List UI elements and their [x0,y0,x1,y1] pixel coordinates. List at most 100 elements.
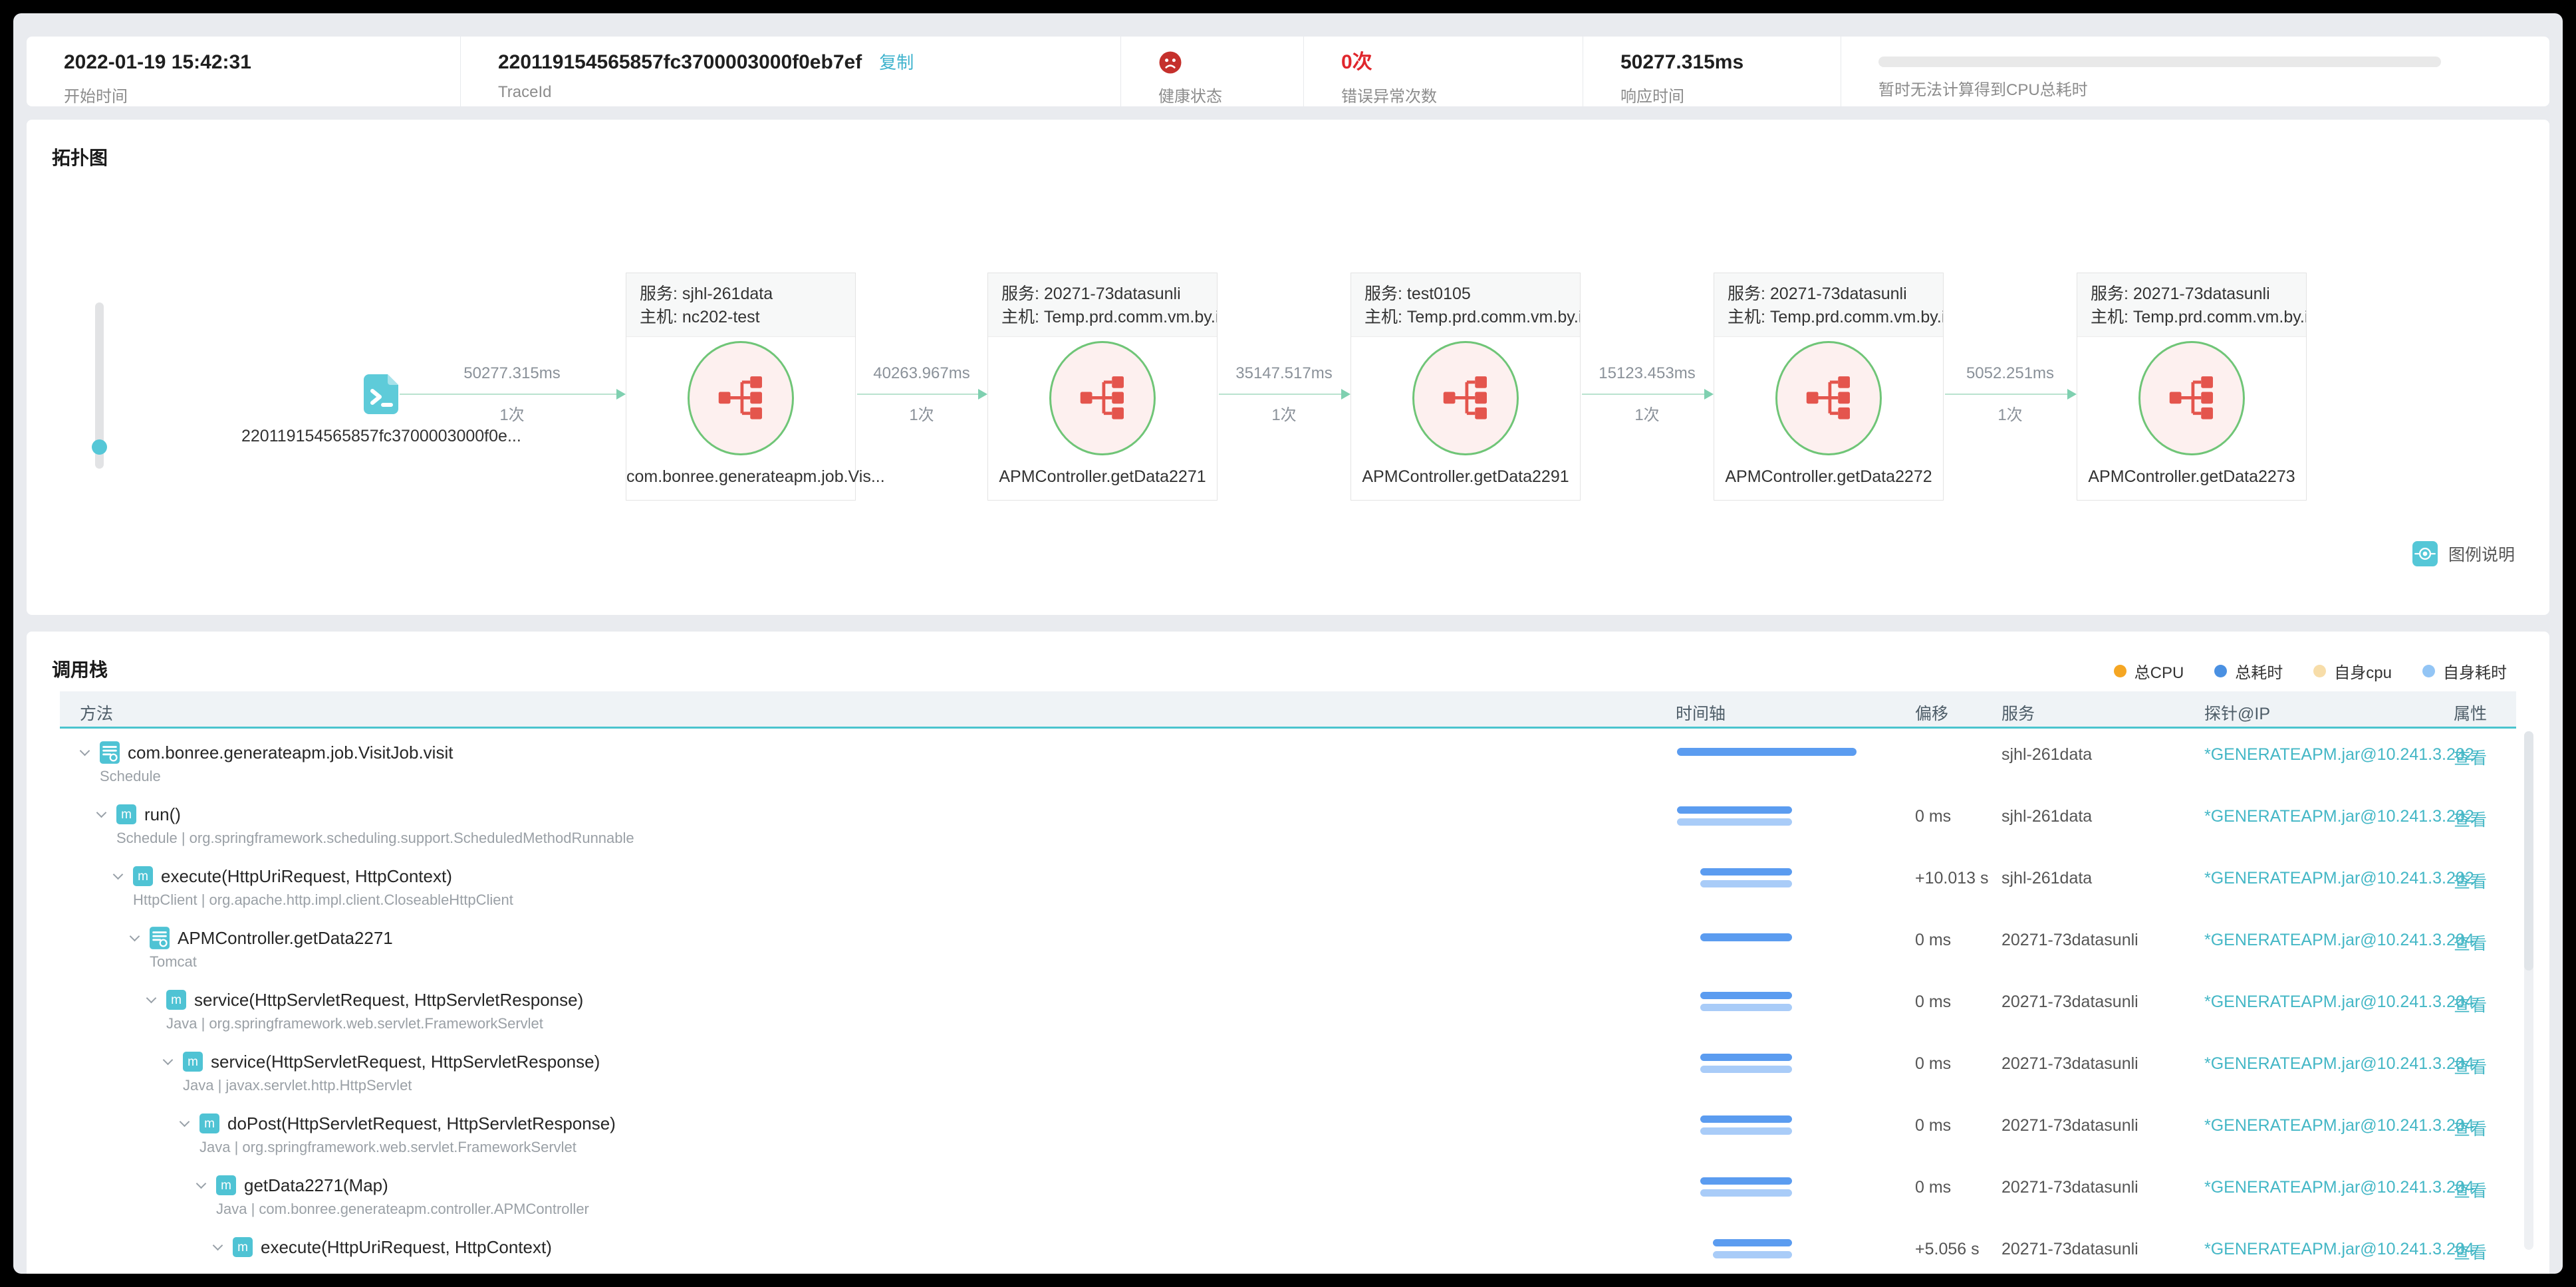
svg-text:m: m [138,870,148,883]
offset-value: +5.056 s [1915,1240,1980,1258]
legend-dot [2113,665,2126,677]
callstack-scrollbar-thumb[interactable] [2524,731,2533,971]
svg-text:m: m [237,1240,248,1254]
trace-summary-card: 2022-01-19 15:42:31 开始时间 220119154565857… [27,37,2549,106]
callstack-row[interactable]: m run() Schedule | org.springframework.s… [60,792,2516,854]
chevron-down-icon[interactable] [113,870,123,880]
topology-edge: 50277.315ms 1次 [400,364,626,424]
chevron-down-icon[interactable] [96,808,106,818]
probe-ip-link[interactable]: *GENERATEAPM.jar@10.241.3.204 [2204,1178,2474,1197]
node-status-circle [1049,341,1156,455]
probe-ip-link[interactable]: *GENERATEAPM.jar@10.241.3.204 [2204,1054,2474,1074]
callstack-card: 调用栈 总CPU 总耗时 自身cpu 自身耗时 方法 时间轴 偏移 服务 探针@… [27,632,2549,1274]
probe-ip-link[interactable]: *GENERATEAPM.jar@10.241.3.204 [2204,1116,2474,1135]
node-endpoint-label: APMController.getData2273 [2088,467,2295,486]
callstack-scrollbar[interactable] [2524,731,2533,1250]
topology-edge: 35147.517ms 1次 [1219,364,1351,424]
offset-value: 0 ms [1915,1178,1952,1197]
topology-service-node[interactable]: 服务: 20271-73datasunli 主机: Temp.prd.comm.… [2077,273,2307,501]
node-host: 主机: Temp.prd.comm.vm.by.idc.b... [1728,308,1943,326]
method-name: execute(HttpUriRequest, HttpContext) [161,866,452,886]
callstack-row[interactable]: m service(HttpServletRequest, HttpServle… [60,1040,2516,1102]
error-count-label: 错误异常次数 [1341,88,1437,106]
topology-service-node[interactable]: 服务: test0105 主机: Temp.prd.comm.vm.by.idc… [1351,273,1581,501]
view-attributes-link[interactable]: 查看 [2454,807,2487,831]
service-name: sjhl-261data [2001,807,2093,826]
legend-eye-icon [2412,541,2438,566]
service-name: 20271-73datasunli [2001,993,2138,1011]
topology-service-node[interactable]: 服务: 20271-73datasunli 主机: Temp.prd.comm.… [987,273,1218,501]
chevron-down-icon[interactable] [130,932,140,942]
probe-ip-link[interactable]: *GENERATEAPM.jar@10.241.3.204 [2204,931,2474,950]
trace-id-block: 220119154565857fc3700003000f0eb7ef 复制 Tra… [460,37,1120,106]
probe-ip-link[interactable]: *GENERATEAPM.jar@10.241.3.202 [2204,807,2474,826]
service-name: 20271-73datasunli [2001,1178,2138,1197]
method-type-icon: m [116,803,136,826]
view-attributes-link[interactable]: 查看 [2454,1054,2487,1078]
response-time-block: 50277.315ms 响应时间 [1583,37,1841,106]
callstack-row[interactable]: m execute(HttpUriRequest, HttpContext) H… [60,854,2516,916]
errors-block: 0次 错误异常次数 [1303,37,1583,106]
method-type-icon [100,741,120,764]
legend-item: 自身cpu [2313,659,2392,683]
view-attributes-link[interactable]: 查看 [2454,1240,2487,1264]
chevron-down-icon[interactable] [146,994,156,1004]
timeline-bars [1677,1102,1857,1163]
svg-text:m: m [188,1055,198,1069]
method-name: com.bonree.generateapm.job.VisitJob.visi… [128,743,453,762]
probe-ip-link[interactable]: *GENERATEAPM.jar@10.241.3.202 [2204,869,2474,888]
topology-title: 拓扑图 [52,148,108,168]
view-attributes-link[interactable]: 查看 [2454,869,2487,893]
chevron-down-icon[interactable] [80,747,90,757]
topology-legend-button[interactable]: 图例说明 [2412,541,2515,566]
col-probe: 探针@IP [2204,705,2270,723]
legend-item: 自身耗时 [2422,659,2507,683]
zoom-slider[interactable] [92,302,107,469]
edge-duration: 5052.251ms [1966,364,2055,382]
method-detail: Java | org.springframework.web.servlet.F… [166,1015,543,1032]
view-attributes-link[interactable]: 查看 [2454,1116,2487,1140]
probe-ip-link[interactable]: *GENERATEAPM.jar@10.241.3.204 [2204,1240,2474,1259]
view-attributes-link[interactable]: 查看 [2454,1178,2487,1202]
edge-call-count: 1次 [909,406,934,424]
start-time-block: 2022-01-19 15:42:31 开始时间 [27,37,460,106]
callstack-row[interactable]: com.bonree.generateapm.job.VisitJob.visi… [60,731,2516,792]
callstack-row[interactable]: APMController.getData2271 Tomcat 0 ms 20… [60,916,2516,978]
chevron-down-icon[interactable] [196,1179,206,1189]
topology-service-node[interactable]: 服务: 20271-73datasunli 主机: Temp.prd.comm.… [1714,273,1944,501]
timeline-bars [1677,792,1857,854]
probe-ip-link[interactable]: *GENERATEAPM.jar@10.241.3.202 [2204,745,2474,764]
cpu-block: 暂时无法计算得到CPU总耗时 [1841,37,2549,106]
health-block: 健康状态 [1120,37,1303,106]
chevron-down-icon[interactable] [180,1117,190,1127]
timeline-bars [1677,854,1857,916]
probe-ip-link[interactable]: *GENERATEAPM.jar@10.241.3.204 [2204,993,2474,1012]
edge-duration: 35147.517ms [1235,364,1333,382]
callstack-row[interactable]: m service(HttpServletRequest, HttpServle… [60,978,2516,1040]
callstack-row[interactable]: m execute(HttpUriRequest, HttpContext) +… [60,1225,2516,1274]
col-service: 服务 [2001,705,2035,723]
callstack-row[interactable]: m getData2271(Map) Java | com.bonree.gen… [60,1163,2516,1225]
svg-text:m: m [204,1117,215,1131]
view-attributes-link[interactable]: 查看 [2454,745,2487,769]
cpu-progress-bar [1878,57,2441,67]
trace-detail-page: 2022-01-19 15:42:31 开始时间 220119154565857… [13,13,2563,1274]
chevron-down-icon[interactable] [163,1056,173,1066]
callstack-row[interactable]: m doPost(HttpServletRequest, HttpServlet… [60,1102,2516,1163]
view-attributes-link[interactable]: 查看 [2454,993,2487,1016]
copy-trace-id-button[interactable]: 复制 [879,53,914,72]
method-type-icon [150,927,170,949]
topology-service-node[interactable]: 服务: sjhl-261data 主机: nc202-test com.bonr… [626,273,885,501]
trace-root-node[interactable] [362,373,400,414]
chevron-down-icon[interactable] [213,1241,223,1251]
zoom-slider-thumb[interactable] [92,439,107,455]
method-detail: Schedule [100,768,161,784]
method-detail: Java | com.bonree.generateapm.controller… [216,1201,589,1217]
node-host: 主机: nc202-test [640,308,760,326]
legend-label: 自身耗时 [2443,664,2507,682]
edge-call-count: 1次 [1634,406,1660,424]
trace-id-value: 220119154565857fc3700003000f0eb7ef 复制 [498,51,1120,74]
topology-edge: 40263.967ms 1次 [857,364,987,424]
view-attributes-link[interactable]: 查看 [2454,931,2487,955]
service-name: 20271-73datasunli [2001,1240,2138,1258]
